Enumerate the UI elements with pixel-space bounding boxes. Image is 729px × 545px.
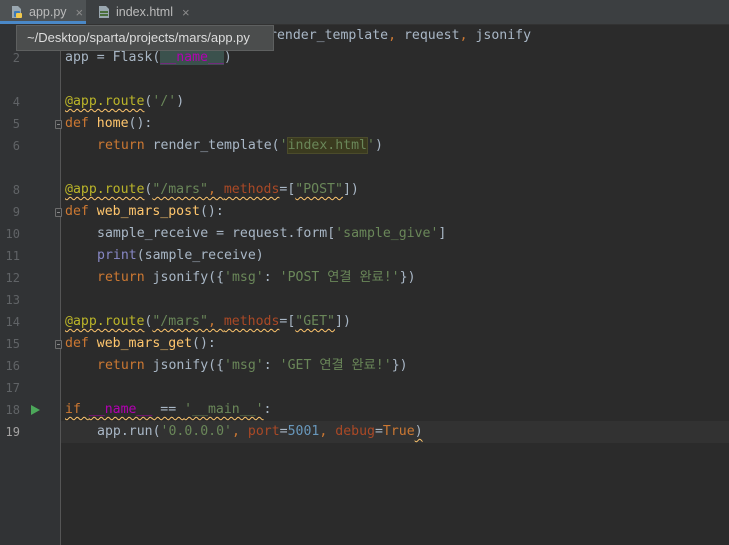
html-file-icon (97, 5, 111, 19)
code-line-19: app.run('0.0.0.0', port=5001, debug=True… (97, 424, 423, 439)
code-line-8: @app.route("/mars", methods=["POST"]) (65, 182, 359, 197)
line-number: 6 (12, 139, 20, 153)
code-line-18: if __name__ == '__main__': (65, 402, 272, 417)
code-line-9: def web_mars_post(): (65, 204, 224, 219)
code-line-15: def web_mars_get(): (65, 336, 216, 351)
fold-icon[interactable] (55, 340, 62, 349)
tab-label: index.html (116, 5, 173, 19)
line-number: 18 (5, 403, 20, 417)
tab-index-html[interactable]: index.html × (88, 0, 192, 24)
file-path-tooltip: ~/Desktop/sparta/projects/mars/app.py (16, 25, 274, 51)
code-line-16: return jsonify({'msg': 'GET 연결 완료!'}) (97, 358, 408, 373)
line-number: 11 (5, 249, 20, 263)
code-line-11: print(sample_receive) (97, 248, 264, 263)
code-line-14: @app.route("/mars", methods=["GET"]) (65, 314, 351, 329)
line-number: 13 (5, 293, 20, 307)
line-number: 5 (12, 117, 20, 131)
code-line-4: @app.route('/') (65, 94, 185, 109)
line-number: 10 (5, 227, 20, 241)
code-line-12: return jsonify({'msg': 'POST 연결 완료!'}) (97, 270, 416, 285)
code-line-5: def home(): (65, 116, 153, 131)
code-line-6: return render_template('index.html') (97, 137, 383, 154)
line-number-current: 19 (5, 425, 20, 439)
fold-icon[interactable] (55, 120, 62, 129)
line-number: 14 (5, 315, 20, 329)
line-number: 12 (5, 271, 20, 285)
code-line-10: sample_receive = request.form['sample_gi… (97, 226, 447, 241)
fold-icon[interactable] (55, 208, 62, 217)
close-tab-icon[interactable]: × (182, 5, 190, 20)
line-number: 9 (12, 205, 20, 219)
code-line-1: render_template, request, jsonify (269, 28, 532, 43)
close-tab-icon[interactable]: × (76, 5, 84, 20)
gutter-divider (60, 25, 61, 545)
line-number: 15 (5, 337, 20, 351)
run-icon[interactable] (31, 405, 40, 415)
tab-label: app.py (29, 5, 67, 19)
tab-app-py[interactable]: app.py × (0, 0, 86, 24)
editor-tab-bar: app.py × index.html × (0, 0, 729, 25)
python-file-icon (10, 5, 24, 19)
line-number: 17 (5, 381, 20, 395)
line-number: 16 (5, 359, 20, 373)
line-number: 8 (12, 183, 20, 197)
line-number: 4 (12, 95, 20, 109)
